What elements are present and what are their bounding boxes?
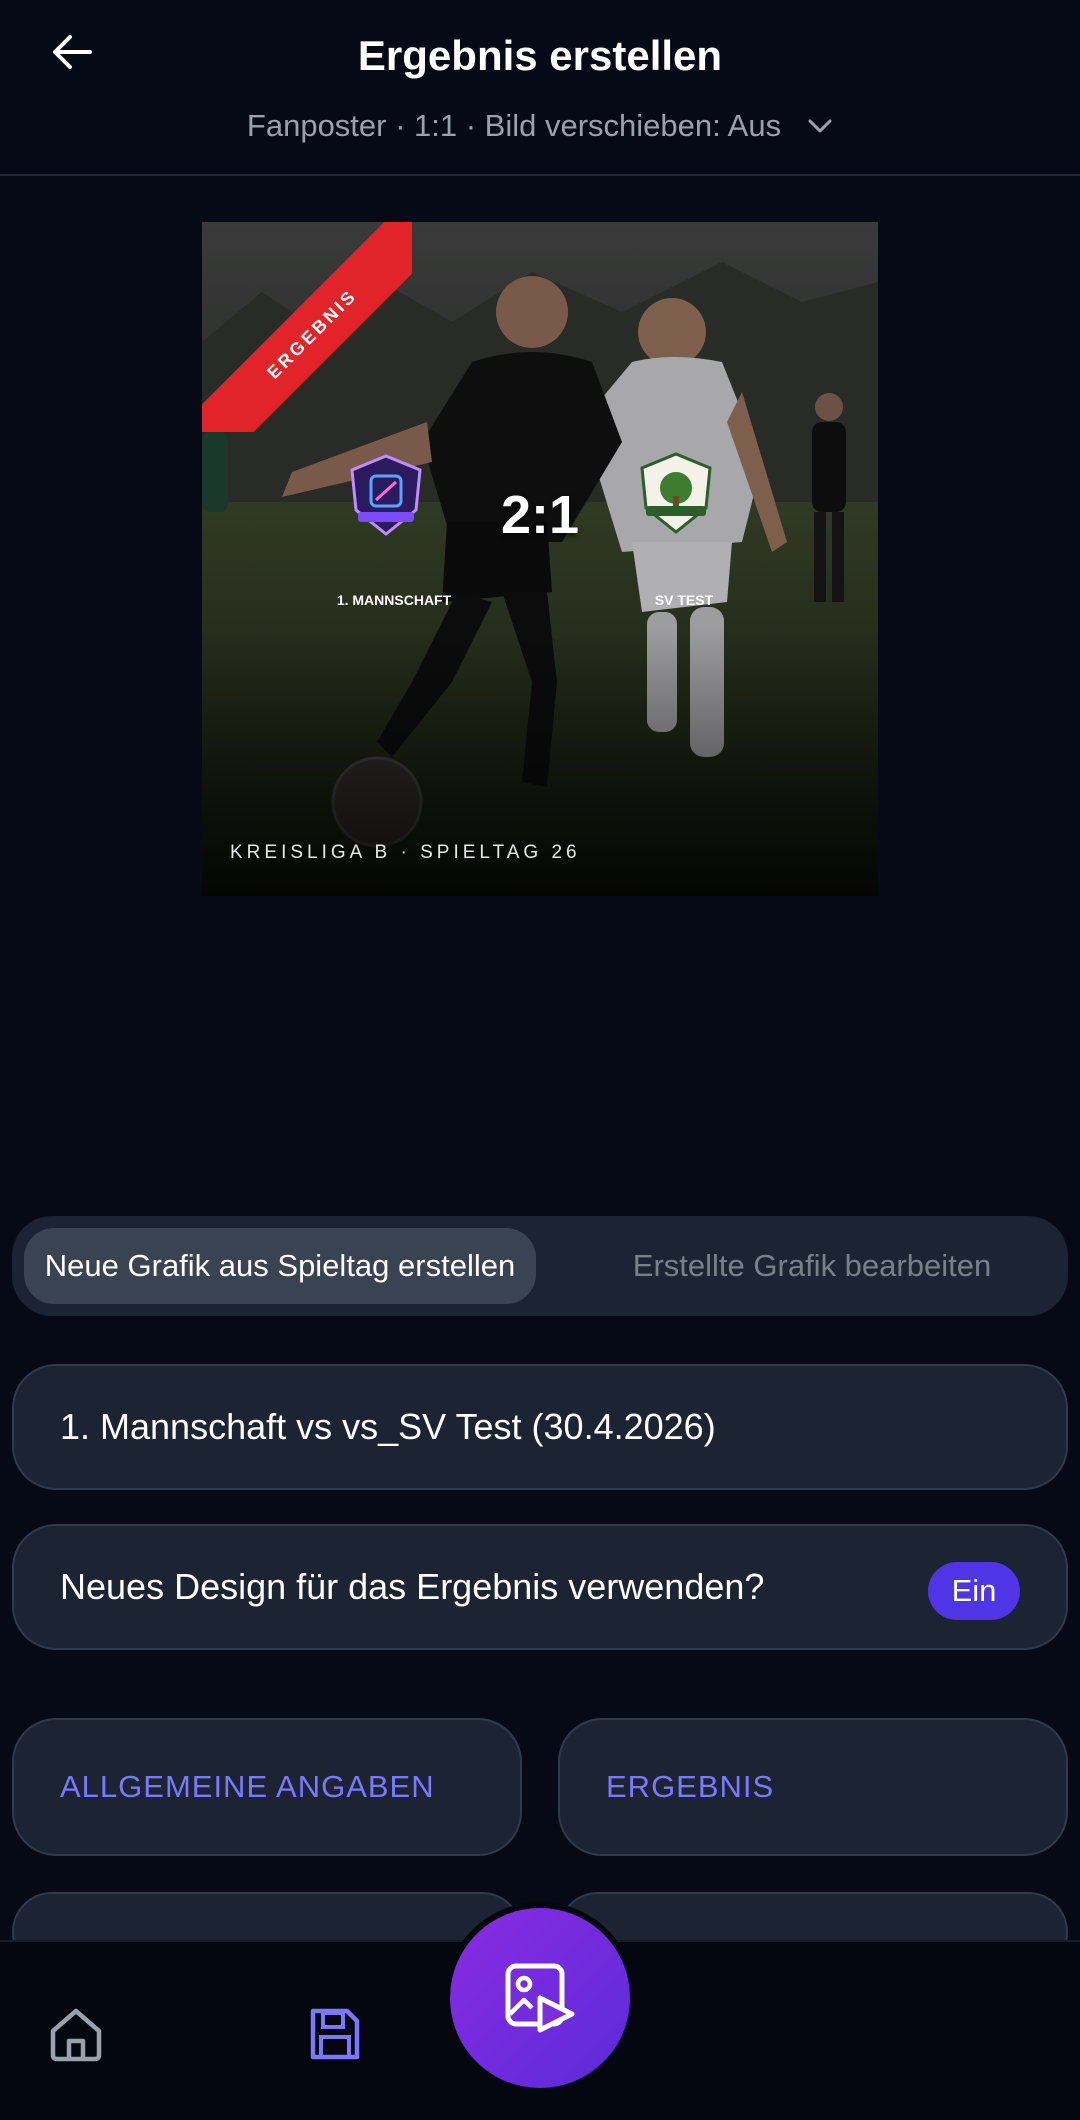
create-graphic-fab[interactable] xyxy=(450,1908,630,2088)
chevron-down-icon xyxy=(807,118,833,134)
match-score: 2:1 xyxy=(500,485,580,545)
nav-save-button[interactable] xyxy=(302,2002,366,2066)
home-team-name: 1. MANNSCHAFT xyxy=(336,592,452,608)
new-design-toggle-row: Neues Design für das Ergebnis verwenden?… xyxy=(12,1524,1068,1650)
format-subtitle: Fanposter · 1:1 · Bild verschieben: Aus xyxy=(246,108,782,143)
match-select[interactable]: 1. Mannschaft vs vs_SV Test (30.4.2026) xyxy=(12,1364,1068,1490)
screen: Ergebnis erstellen Fanposter · 1:1 · Bil… xyxy=(0,0,1080,2120)
match-select-label: 1. Mannschaft vs vs_SV Test (30.4.2026) xyxy=(60,1406,716,1447)
home-team-crest-icon xyxy=(350,454,422,536)
image-play-icon xyxy=(505,1963,575,2033)
away-team-crest-icon xyxy=(640,452,712,534)
result-ribbon: ERGEBNIS xyxy=(202,222,412,432)
segment-new-graphic[interactable]: Neue Grafik aus Spieltag erstellen xyxy=(24,1228,536,1304)
section-general-info[interactable]: ALLGEMEINE ANGABEN xyxy=(12,1718,522,1856)
page-title: Ergebnis erstellen xyxy=(357,32,723,79)
segment-edit-graphic[interactable]: Erstellte Grafik bearbeiten xyxy=(556,1228,1068,1304)
poster-preview[interactable]: ERGEBNIS 2:1 1. MANNSCHAFT SV TEST KREIS… xyxy=(202,222,878,896)
format-dropdown[interactable]: Fanposter · 1:1 · Bild verschieben: Aus xyxy=(0,108,1080,144)
league-matchday: KREISLIGA B · SPIELTAG 26 xyxy=(230,842,581,863)
away-team-name: SV TEST xyxy=(654,592,714,608)
section-result-label: ERGEBNIS xyxy=(606,1769,775,1804)
new-design-toggle[interactable]: Ein xyxy=(928,1562,1020,1620)
app-header: Ergebnis erstellen Fanposter · 1:1 · Bil… xyxy=(0,0,1080,176)
save-icon xyxy=(310,2008,360,2060)
section-general-info-label: ALLGEMEINE ANGABEN xyxy=(60,1769,435,1804)
nav-home-button[interactable] xyxy=(44,2002,108,2066)
mode-segmented-control: Neue Grafik aus Spieltag erstellen Erste… xyxy=(12,1216,1068,1316)
new-design-label: Neues Design für das Ergebnis verwenden? xyxy=(60,1566,765,1607)
ribbon-label: ERGEBNIS xyxy=(202,222,412,432)
home-icon xyxy=(50,2008,102,2062)
section-result[interactable]: ERGEBNIS xyxy=(558,1718,1068,1856)
